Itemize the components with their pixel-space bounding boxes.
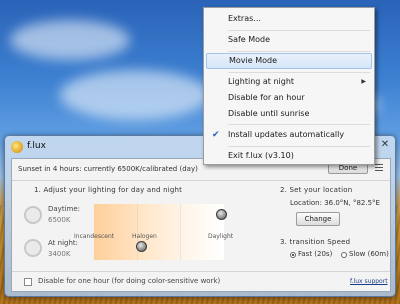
menu-separator <box>228 51 370 52</box>
menu-separator <box>228 124 370 125</box>
support-link[interactable]: f.lux support <box>350 278 388 285</box>
window-content: Sunset in 4 hours: currently 6500K/calib… <box>11 158 391 292</box>
menu-item-exit[interactable]: Exit f.lux (v3.10) <box>206 148 372 164</box>
night-slider-knob[interactable] <box>136 241 147 252</box>
menu-item-lighting-at-night[interactable]: Lighting at night ▶ <box>206 74 372 90</box>
slow-radio[interactable] <box>341 252 347 258</box>
menu-item-disable-hour[interactable]: Disable for an hour <box>206 90 372 106</box>
fast-radio-label[interactable]: Fast (20s) <box>298 250 332 258</box>
menu-separator <box>228 146 370 147</box>
moon-dial-icon <box>24 239 42 257</box>
location-section-title: 2. Set your location <box>280 186 353 194</box>
wallpaper-cloud <box>60 70 210 120</box>
sun-dial-icon <box>24 206 42 224</box>
lighting-section-title: 1. Adjust your lighting for day and nigh… <box>34 186 183 194</box>
menu-item-label: Movie Mode <box>229 56 278 65</box>
daytime-value: 6500K <box>48 216 71 224</box>
menu-icon[interactable] <box>375 164 383 172</box>
check-icon: ✔ <box>212 130 220 140</box>
submenu-arrow-icon: ▶ <box>361 78 366 85</box>
wallpaper-cloud <box>10 20 130 60</box>
menu-item-label: Install updates automatically <box>228 130 345 139</box>
menu-item-label: Exit f.lux (v3.10) <box>228 151 294 160</box>
tick-incandescent: Incandescent <box>74 233 115 240</box>
disable-hour-label[interactable]: Disable for one hour (for doing color-se… <box>38 277 220 285</box>
menu-item-label: Lighting at night <box>228 77 295 86</box>
divider <box>12 180 390 181</box>
window-title: f.lux <box>27 141 46 151</box>
menu-item-label: Disable until sunrise <box>228 109 310 118</box>
location-coordinates: Location: 36.0°N, °82.5°E <box>290 199 380 207</box>
fast-radio[interactable] <box>290 252 296 258</box>
flux-app-icon <box>11 141 23 153</box>
slider-band <box>137 204 138 260</box>
menu-item-label: Safe Mode <box>228 35 271 44</box>
disable-hour-checkbox[interactable] <box>24 278 32 286</box>
menu-separator <box>228 72 370 73</box>
change-location-button[interactable]: Change <box>296 212 340 226</box>
daytime-slider-knob[interactable] <box>216 209 227 220</box>
slow-radio-label[interactable]: Slow (60m) <box>349 250 389 258</box>
close-button[interactable]: ✕ <box>378 138 392 152</box>
color-temperature-slider[interactable] <box>94 204 224 260</box>
tick-halogen: Halogen <box>132 233 157 240</box>
status-text: Sunset in 4 hours: currently 6500K/calib… <box>18 165 198 173</box>
tick-daylight: Daylight <box>208 233 234 240</box>
menu-item-label: Extras... <box>228 14 261 23</box>
menu-item-safe-mode[interactable]: Safe Mode <box>206 32 372 48</box>
menu-item-disable-sunrise[interactable]: Disable until sunrise <box>206 106 372 122</box>
night-value: 3400K <box>48 250 71 258</box>
slider-band <box>180 204 181 260</box>
menu-item-extras[interactable]: Extras... <box>206 11 372 27</box>
context-menu: Extras... Safe Mode Movie Mode Lighting … <box>203 7 375 165</box>
transition-section-title: 3. transition Speed <box>280 238 351 246</box>
menu-item-label: Disable for an hour <box>228 93 305 102</box>
night-label: At night: <box>48 239 78 247</box>
menu-item-movie-mode[interactable]: Movie Mode <box>206 53 372 69</box>
menu-item-install-updates[interactable]: ✔ Install updates automatically <box>206 127 372 143</box>
divider <box>12 271 390 272</box>
menu-separator <box>228 30 370 31</box>
daytime-label: Daytime: <box>48 205 80 213</box>
